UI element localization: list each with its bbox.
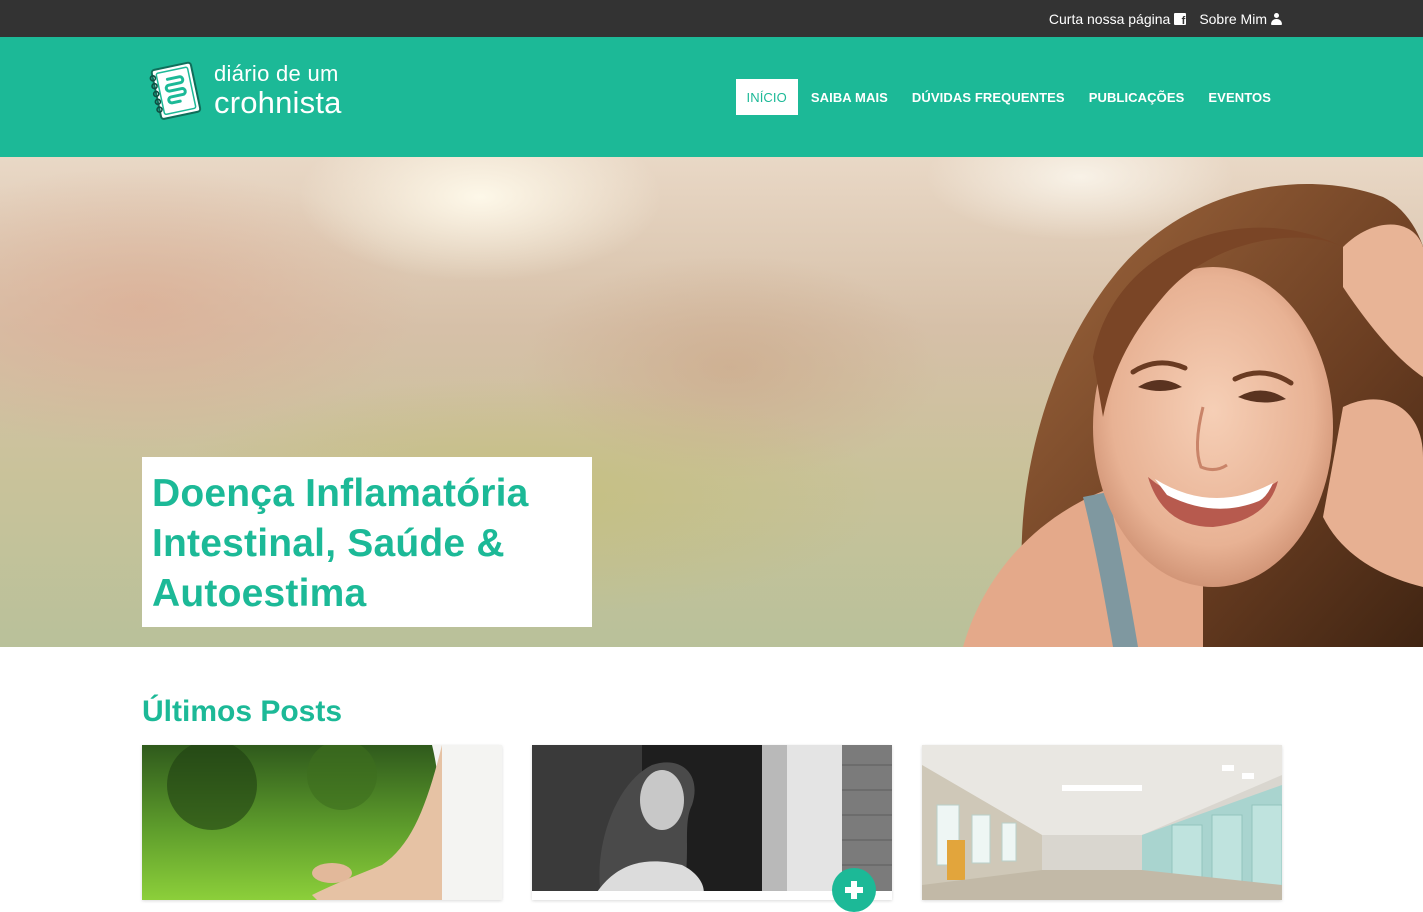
- hero-woman-photo: [963, 184, 1423, 647]
- post-card-restroom[interactable]: [922, 745, 1282, 900]
- about-me-link[interactable]: Sobre Mim: [1199, 11, 1282, 27]
- hero-banner: Doença Inflamatória Intestinal, Saúde & …: [0, 157, 1423, 647]
- like-page-link[interactable]: Curta nossa página: [1048, 10, 1187, 27]
- logo-line-1: diário de um: [214, 60, 339, 86]
- nav-item-saiba-mais[interactable]: SAIBA MAIS: [800, 79, 899, 115]
- top-bar: Curta nossa página Sobre Mim: [0, 0, 1423, 37]
- post-card-yoga[interactable]: [142, 745, 502, 900]
- post-image-yoga: [142, 745, 502, 900]
- facebook-icon: [1174, 12, 1187, 27]
- plus-icon[interactable]: [832, 868, 876, 912]
- hero-headline: Doença Inflamatória Intestinal, Saúde & …: [152, 472, 529, 615]
- logo-line-2: crohnista: [214, 84, 342, 120]
- about-me-label: Sobre Mim: [1199, 10, 1267, 27]
- main-nav: INÍCIO SAIBA MAIS DÚVIDAS FREQUENTES PUB…: [734, 79, 1282, 115]
- logo-text: diário de um crohnista: [214, 60, 342, 120]
- notebook-intestine-logo-icon: [148, 60, 202, 120]
- latest-posts-title: Últimos Posts: [142, 695, 343, 728]
- top-bar-links: Curta nossa página Sobre Mim: [1049, 0, 1282, 37]
- nav-item-publicacoes[interactable]: PUBLICAÇÕES: [1078, 79, 1196, 115]
- like-page-label: Curta nossa página: [1048, 10, 1171, 27]
- nav-item-eventos[interactable]: EVENTOS: [1197, 79, 1282, 115]
- site-logo[interactable]: diário de um crohnista: [148, 60, 342, 120]
- user-icon: [1271, 12, 1282, 25]
- nav-item-inicio[interactable]: INÍCIO: [735, 79, 798, 115]
- hero-caption-box: Doença Inflamatória Intestinal, Saúde & …: [142, 457, 592, 627]
- post-image-restroom: [922, 745, 1282, 900]
- nav-item-duvidas-frequentes[interactable]: DÚVIDAS FREQUENTES: [901, 79, 1076, 115]
